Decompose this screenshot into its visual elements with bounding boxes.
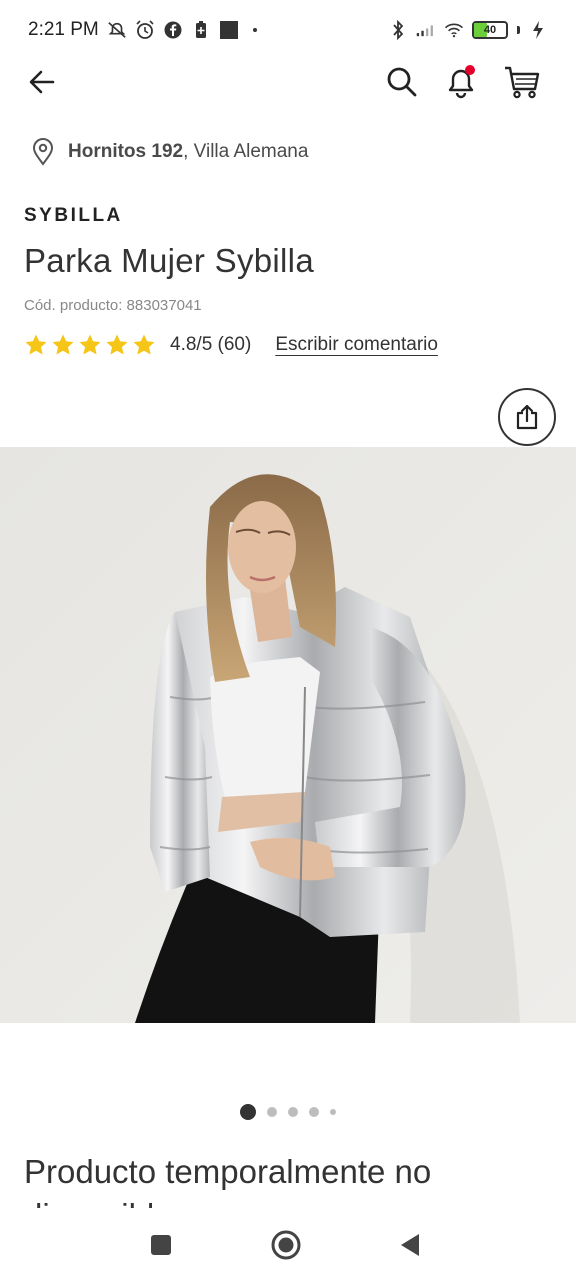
notifications-button[interactable] xyxy=(441,62,481,102)
location-text: Hornitos 192, Villa Alemana xyxy=(68,141,308,163)
star-icon xyxy=(52,334,74,355)
system-back-button[interactable] xyxy=(388,1223,432,1267)
rating-stars[interactable] xyxy=(24,333,156,357)
star-icon xyxy=(133,334,155,355)
battery-saver-icon xyxy=(191,20,211,40)
bluetooth-icon xyxy=(388,20,408,40)
product-title: Parka Mujer Sybilla xyxy=(24,242,314,279)
battery-cap xyxy=(517,26,520,34)
product-brand[interactable]: SYBILLA xyxy=(24,205,123,227)
charging-icon xyxy=(528,20,548,40)
circle-icon xyxy=(271,1230,301,1260)
share-icon xyxy=(516,404,538,430)
write-review-link[interactable]: Escribir comentario xyxy=(275,334,438,356)
wifi-icon xyxy=(444,20,464,40)
cart-icon xyxy=(505,66,540,99)
location-street: Hornitos 192 xyxy=(68,141,184,162)
star-icon xyxy=(79,334,101,355)
star-icon xyxy=(106,334,128,355)
image-carousel-dots xyxy=(0,1104,576,1120)
bell-icon xyxy=(448,65,475,99)
rating-text: 4.8/5 (60) xyxy=(170,334,252,355)
top-navigation xyxy=(0,60,576,104)
carousel-dot[interactable] xyxy=(288,1107,298,1117)
recents-button[interactable] xyxy=(139,1223,183,1267)
back-button[interactable] xyxy=(22,62,62,102)
carousel-dot[interactable] xyxy=(240,1104,256,1120)
square-icon xyxy=(151,1235,171,1255)
triangle-back-icon xyxy=(401,1234,419,1256)
availability-message: Producto temporalmente no disponible xyxy=(24,1153,432,1208)
battery-indicator: 40 xyxy=(472,21,508,39)
location-city: , Villa Alemana xyxy=(183,141,309,162)
location-pin-icon xyxy=(32,138,54,166)
signal-icon xyxy=(416,20,436,40)
search-icon xyxy=(387,67,417,97)
rating-row: 4.8/5 (60) Escribir comentario xyxy=(24,333,438,357)
search-button[interactable] xyxy=(382,62,422,102)
carousel-dot[interactable] xyxy=(267,1107,277,1117)
star-icon xyxy=(25,334,47,355)
share-button[interactable] xyxy=(498,388,556,446)
alarm-icon xyxy=(135,20,155,40)
product-photo xyxy=(0,447,576,1023)
arrow-left-icon xyxy=(29,70,55,94)
product-image[interactable] xyxy=(0,447,576,1023)
delivery-location[interactable]: Hornitos 192, Villa Alemana xyxy=(32,138,308,166)
carousel-dot[interactable] xyxy=(330,1109,336,1115)
product-code: Cód. producto: 883037041 xyxy=(24,297,202,314)
notifications-muted-icon xyxy=(107,20,127,40)
carousel-dot[interactable] xyxy=(309,1107,319,1117)
status-left: 2:21 PM xyxy=(28,19,257,41)
cart-button[interactable] xyxy=(502,62,542,102)
battery-level: 40 xyxy=(483,24,497,36)
more-notifications-dot xyxy=(252,28,257,32)
system-navigation-bar xyxy=(0,1210,576,1280)
status-bar: 2:21 PM 40 xyxy=(0,0,576,60)
status-right: 40 xyxy=(388,20,548,40)
status-time: 2:21 PM xyxy=(28,19,99,40)
home-button[interactable] xyxy=(264,1223,308,1267)
facebook-icon xyxy=(163,20,183,40)
app-square-icon xyxy=(219,20,239,40)
